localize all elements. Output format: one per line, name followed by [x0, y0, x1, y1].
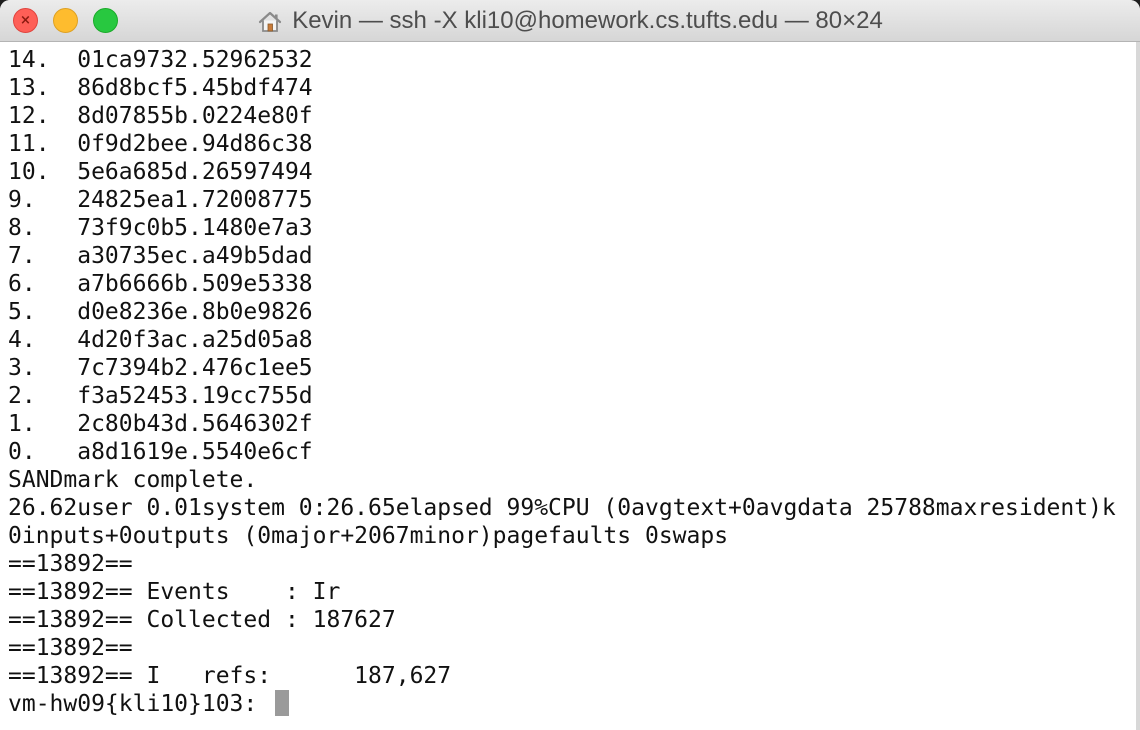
terminal-line: 26.62user 0.01system 0:26.65elapsed 99%C…: [8, 495, 1116, 521]
close-window-button[interactable]: ×: [13, 8, 38, 33]
window-edge: [1136, 42, 1140, 730]
terminal-line: 14. 01ca9732.52962532: [8, 47, 313, 73]
terminal-line: 9. 24825ea1.72008775: [8, 187, 313, 213]
title-bar[interactable]: × Kevin — ssh -X kli10@homework.cs.tufts…: [0, 0, 1140, 42]
terminal-line: ==13892==: [8, 635, 133, 661]
terminal-line: ==13892== Collected : 187627: [8, 607, 396, 633]
zoom-window-button[interactable]: [93, 8, 118, 33]
terminal-window: × Kevin — ssh -X kli10@homework.cs.tufts…: [0, 0, 1140, 730]
terminal-line: 12. 8d07855b.0224e80f: [8, 103, 313, 129]
terminal-line: SANDmark complete.: [8, 467, 258, 493]
terminal-line: 7. a30735ec.a49b5dad: [8, 243, 313, 269]
terminal-line: 1. 2c80b43d.5646302f: [8, 411, 313, 437]
terminal-line: 3. 7c7394b2.476c1ee5: [8, 355, 313, 381]
terminal-line: 6. a7b6666b.509e5338: [8, 271, 313, 297]
terminal-line: 10. 5e6a685d.26597494: [8, 159, 313, 185]
home-icon: [259, 11, 282, 32]
window-title: Kevin — ssh -X kli10@homework.cs.tufts.e…: [292, 7, 883, 34]
terminal-line: ==13892== I refs: 187,627: [8, 663, 452, 689]
minimize-window-button[interactable]: [53, 8, 78, 33]
prompt-line[interactable]: vm-hw09{kli10}103:: [8, 690, 1140, 718]
shell-prompt: vm-hw09{kli10}103:: [8, 691, 272, 717]
terminal-line: 8. 73f9c0b5.1480e7a3: [8, 215, 313, 241]
text-cursor: [275, 690, 290, 716]
terminal-line: 2. f3a52453.19cc755d: [8, 383, 313, 409]
terminal-line: 5. d0e8236e.8b0e9826: [8, 299, 313, 325]
terminal-line: 4. 4d20f3ac.a25d05a8: [8, 327, 313, 353]
terminal-line: 11. 0f9d2bee.94d86c38: [8, 131, 313, 157]
window-title-area: Kevin — ssh -X kli10@homework.cs.tufts.e…: [0, 0, 1140, 42]
terminal-output[interactable]: 14. 01ca9732.52962532 13. 86d8bcf5.45bdf4…: [0, 42, 1140, 730]
terminal-line: ==13892== Events : Ir: [8, 579, 341, 605]
terminal-line: 0. a8d1619e.5540e6cf: [8, 439, 313, 465]
terminal-line: 0inputs+0outputs (0major+2067minor)pagef…: [8, 523, 729, 549]
terminal-line: 13. 86d8bcf5.45bdf474: [8, 75, 313, 101]
terminal-line: ==13892==: [8, 551, 133, 577]
close-icon: ×: [20, 13, 31, 28]
